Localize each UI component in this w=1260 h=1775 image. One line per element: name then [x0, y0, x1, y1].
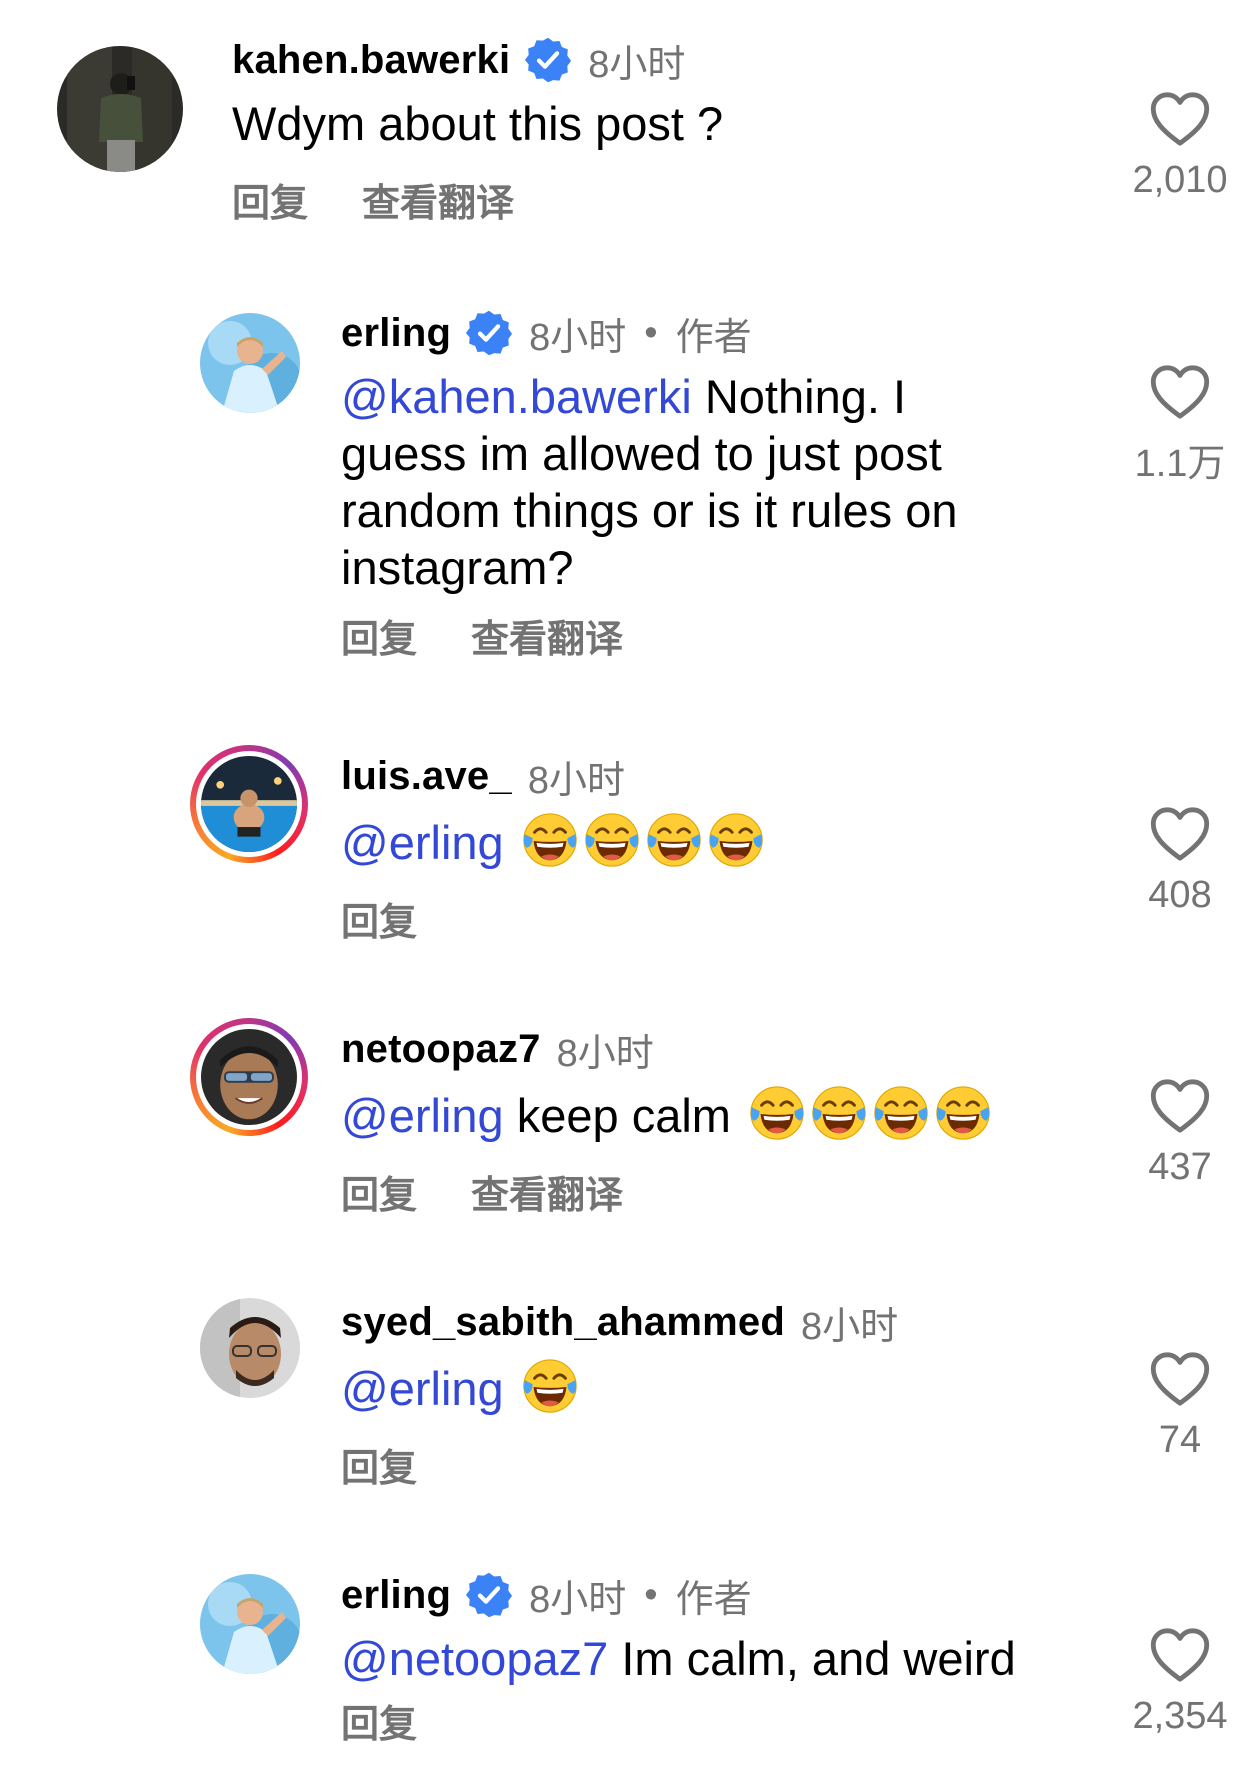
comment-actions: 回复 查看翻译 — [232, 172, 723, 227]
author-label: 作者 — [675, 316, 752, 359]
translate-button[interactable]: 查看翻译 — [471, 1164, 623, 1219]
verified-badge-icon — [465, 309, 513, 357]
like-control: 74 — [1120, 1351, 1240, 1462]
username[interactable]: netoopaz7 — [341, 1027, 541, 1072]
heart-outline-icon[interactable] — [1149, 364, 1211, 420]
comment-actions: 回复 — [341, 891, 765, 946]
comment-body-line-1: Nothing. I — [704, 370, 907, 423]
timestamp: 8小时 — [588, 43, 686, 86]
face-with-tears-of-joy-icon — [934, 1084, 992, 1142]
comment-body-line-4: instagram? — [341, 541, 574, 594]
timestamp: 8小时 — [556, 1032, 654, 1075]
face-with-tears-of-joy-icon — [748, 1084, 806, 1142]
reply-button[interactable]: 回复 — [341, 891, 417, 946]
like-count: 408 — [1148, 874, 1212, 916]
timestamp: 8小时 — [527, 759, 625, 802]
comment-actions: 回复 — [341, 1693, 1016, 1748]
heart-outline-icon[interactable] — [1149, 806, 1211, 862]
comment-text: @kahen.bawerki Nothing. I guess im allow… — [341, 368, 1101, 596]
comment-text: @erling — [341, 1357, 898, 1417]
like-control: 2,010 — [1120, 91, 1240, 202]
mention-link[interactable]: @kahen.bawerki — [341, 370, 692, 423]
face-with-tears-of-joy-icon — [521, 1357, 579, 1415]
face-with-tears-of-joy-icon — [707, 811, 765, 869]
avatar-image — [201, 1029, 297, 1125]
like-control: 1.1万 — [1120, 364, 1240, 487]
reply-button[interactable]: 回复 — [341, 1437, 417, 1492]
separator-dot: • — [644, 1573, 658, 1616]
story-ring[interactable] — [190, 1018, 308, 1136]
mention-link[interactable]: @erling — [341, 1362, 504, 1415]
like-count: 437 — [1148, 1146, 1212, 1188]
avatar[interactable] — [200, 313, 300, 413]
like-control: 2,354 — [1120, 1627, 1240, 1738]
username[interactable]: erling — [341, 1573, 451, 1618]
face-with-tears-of-joy-icon — [645, 811, 703, 869]
avatar[interactable] — [200, 1574, 300, 1674]
username[interactable]: kahen.bawerki — [232, 38, 510, 83]
comment-body: keep calm — [516, 1089, 731, 1142]
avatar[interactable] — [200, 1298, 300, 1398]
reply-button[interactable]: 回复 — [341, 1693, 417, 1748]
comment-header: erling 8小时 • 作者 — [341, 308, 1101, 359]
like-count: 74 — [1158, 1419, 1202, 1461]
face-with-tears-of-joy-icon — [872, 1084, 930, 1142]
avatar — [201, 756, 297, 852]
like-count: 2,354 — [1132, 1695, 1228, 1737]
comment-body: Wdym about this post ? — [232, 97, 724, 150]
comment-body: Im calm, and weird — [621, 1632, 1016, 1685]
heart-outline-icon[interactable] — [1149, 1351, 1211, 1407]
translate-button[interactable]: 查看翻译 — [471, 608, 623, 663]
verified-badge-icon — [465, 1571, 513, 1619]
comment-header: luis.ave_ 8小时 — [341, 751, 765, 802]
avatar-image — [200, 1574, 300, 1674]
avatar-image — [57, 46, 183, 172]
comment-header: syed_sabith_ahammed 8小时 — [341, 1297, 899, 1348]
comment-text: Wdym about this post ? — [232, 95, 723, 152]
comment-body-line-2: guess im allowed to just post — [341, 427, 942, 480]
comment-header: kahen.bawerki 8小时 — [232, 35, 723, 86]
comment-text: @erling keep calm — [341, 1084, 992, 1144]
username[interactable]: luis.ave_ — [341, 754, 512, 799]
avatar — [201, 1029, 297, 1125]
heart-outline-icon[interactable] — [1149, 1627, 1211, 1683]
story-ring[interactable] — [190, 745, 308, 863]
translate-button[interactable]: 查看翻译 — [362, 172, 514, 227]
comment-text: @erling — [341, 811, 765, 871]
timestamp: 8小时 — [529, 316, 627, 359]
avatar-image — [200, 1298, 300, 1398]
timestamp: 8小时 — [801, 1305, 899, 1348]
mention-link[interactable]: @erling — [341, 816, 504, 869]
separator-dot: • — [644, 311, 658, 354]
username[interactable]: erling — [341, 311, 451, 356]
heart-outline-icon[interactable] — [1149, 91, 1211, 147]
face-with-tears-of-joy-icon — [583, 811, 641, 869]
like-count: 1.1万 — [1134, 443, 1226, 485]
avatar[interactable] — [57, 46, 183, 172]
face-with-tears-of-joy-icon — [810, 1084, 868, 1142]
username[interactable]: syed_sabith_ahammed — [341, 1300, 785, 1345]
comment-actions: 回复 查看翻译 — [341, 1164, 992, 1219]
comment-text: @netoopaz7 Im calm, and weird — [341, 1630, 1016, 1687]
face-with-tears-of-joy-icon — [521, 811, 579, 869]
reply-button[interactable]: 回复 — [341, 1164, 417, 1219]
mention-link[interactable]: @netoopaz7 — [341, 1632, 608, 1685]
comment-header: erling 8小时 • 作者 — [341, 1570, 1016, 1621]
author-label: 作者 — [675, 1578, 752, 1621]
reply-button[interactable]: 回复 — [341, 608, 417, 663]
comment-header: netoopaz7 8小时 — [341, 1024, 992, 1075]
comment-actions: 回复 — [341, 1437, 898, 1492]
heart-outline-icon[interactable] — [1149, 1078, 1211, 1134]
timestamp: 8小时 — [529, 1578, 627, 1621]
comment-body-line-3: random things or is it rules on — [341, 484, 958, 537]
comment-actions: 回复 查看翻译 — [341, 608, 1101, 663]
avatar-image — [201, 756, 297, 852]
like-control: 437 — [1120, 1078, 1240, 1189]
like-count: 2,010 — [1132, 159, 1228, 201]
like-control: 408 — [1120, 806, 1240, 917]
mention-link[interactable]: @erling — [341, 1089, 504, 1142]
avatar-image — [200, 313, 300, 413]
verified-badge-icon — [524, 36, 572, 84]
reply-button[interactable]: 回复 — [232, 172, 308, 227]
